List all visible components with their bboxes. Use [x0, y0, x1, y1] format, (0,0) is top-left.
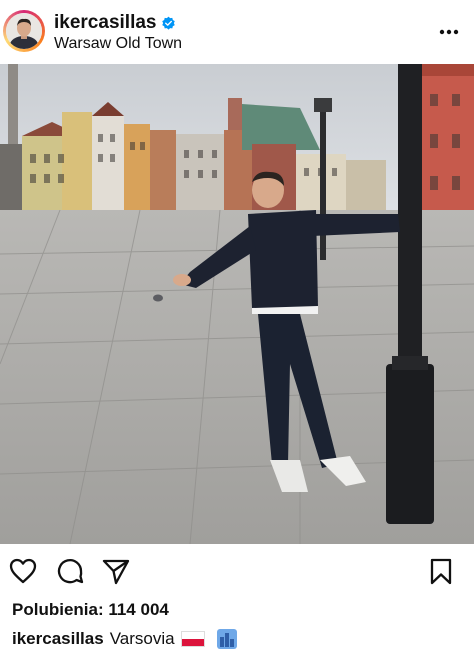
heart-icon[interactable] — [8, 556, 38, 586]
send-icon[interactable] — [101, 556, 131, 586]
location-link[interactable]: Warsaw Old Town — [54, 35, 182, 53]
post-header: ikercasillas Warsaw Old Town — [0, 0, 474, 64]
avatar[interactable] — [6, 13, 42, 49]
cityscape-icon — [216, 629, 237, 649]
comment-icon[interactable] — [55, 556, 85, 586]
caption-username[interactable]: ikercasillas — [12, 629, 104, 649]
likes-count[interactable]: Polubienia: 114 004 — [12, 600, 169, 620]
caption-text: Varsovia — [109, 629, 175, 648]
more-options-icon[interactable] — [438, 22, 460, 42]
username-link[interactable]: ikercasillas — [54, 12, 176, 34]
action-bar — [0, 552, 474, 592]
verified-badge-icon — [162, 16, 176, 30]
story-ring[interactable] — [3, 10, 45, 52]
caption: ikercasillas Varsovia — [12, 629, 237, 649]
post-image — [0, 64, 474, 544]
poland-flag-icon — [180, 631, 205, 647]
avatar-image — [6, 13, 42, 49]
post-photo[interactable] — [0, 64, 474, 544]
bookmark-icon[interactable] — [426, 556, 456, 586]
username-text[interactable]: ikercasillas — [54, 12, 156, 34]
